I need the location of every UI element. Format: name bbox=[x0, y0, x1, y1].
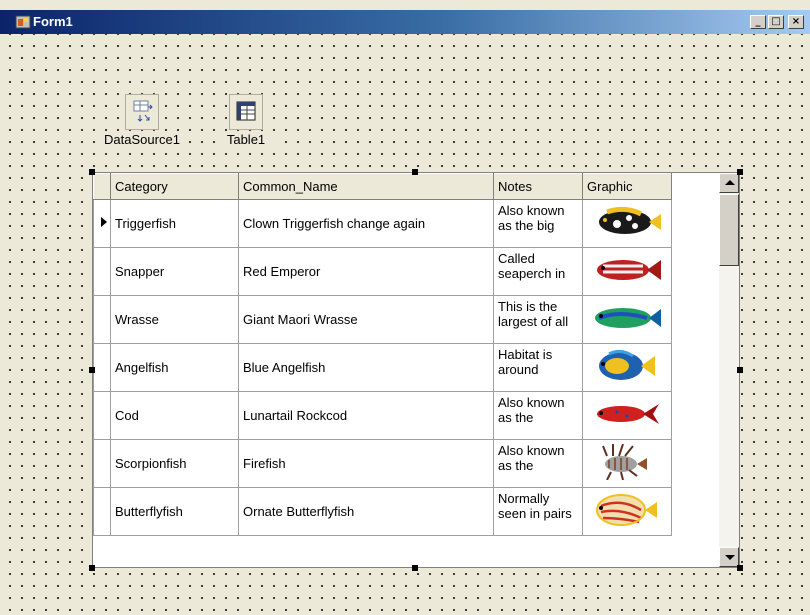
cell-notes[interactable]: Also known as the big bbox=[493, 199, 583, 248]
table-icon bbox=[229, 94, 263, 130]
table-row[interactable]: Angelfish Blue Angelfish Habitat is around bbox=[93, 343, 672, 392]
component-datasource1[interactable]: DataSource1 bbox=[96, 94, 188, 147]
scroll-up-button[interactable] bbox=[719, 173, 739, 193]
cell-common-name[interactable]: Blue Angelfish bbox=[238, 343, 494, 392]
cell-category[interactable]: Cod bbox=[110, 391, 239, 440]
component-label: DataSource1 bbox=[96, 132, 188, 147]
column-header-common-name[interactable]: Common_Name bbox=[238, 173, 494, 200]
cell-notes[interactable]: Also known as the bbox=[493, 391, 583, 440]
cell-graphic[interactable] bbox=[582, 199, 672, 248]
selection-handle[interactable] bbox=[737, 169, 743, 175]
table-row[interactable]: Butterflyfish Ornate Butterflyfish Normall… bbox=[93, 487, 672, 536]
cell-graphic[interactable] bbox=[582, 343, 672, 392]
table-row[interactable]: Cod Lunartail Rockcod Also known as the bbox=[93, 391, 672, 440]
row-header[interactable] bbox=[93, 439, 111, 488]
window-title: Form1 bbox=[33, 14, 73, 29]
grid-table: Category Common_Name Notes Graphic Trigg… bbox=[93, 173, 672, 536]
cell-graphic[interactable] bbox=[582, 487, 672, 536]
row-header[interactable] bbox=[93, 343, 111, 392]
column-header-category[interactable]: Category bbox=[110, 173, 239, 200]
component-label: Table1 bbox=[216, 132, 276, 147]
cell-notes[interactable]: Normally seen in pairs bbox=[493, 487, 583, 536]
table-row[interactable]: Wrasse Giant Maori Wrasse This is the larg… bbox=[93, 295, 672, 344]
selection-handle[interactable] bbox=[89, 565, 95, 571]
snapper-image-icon bbox=[597, 260, 661, 280]
title-bar[interactable]: Form1 _ □ × bbox=[0, 10, 810, 34]
cell-common-name[interactable]: Clown Triggerfish change again bbox=[238, 199, 494, 248]
cell-common-name[interactable]: Ornate Butterflyfish bbox=[238, 487, 494, 536]
datasource-icon bbox=[125, 94, 159, 130]
row-header[interactable] bbox=[93, 247, 111, 296]
vertical-scrollbar[interactable] bbox=[719, 173, 739, 567]
cell-category[interactable]: Butterflyfish bbox=[110, 487, 239, 536]
current-row-indicator-icon bbox=[101, 217, 107, 227]
notes-text: Also known as the bbox=[498, 442, 565, 473]
cell-graphic[interactable] bbox=[582, 247, 672, 296]
row-header[interactable] bbox=[93, 487, 111, 536]
cell-category[interactable]: Scorpionfish bbox=[110, 439, 239, 488]
table-row[interactable]: Snapper Red Emperor Called seaperch in bbox=[93, 247, 672, 296]
selection-handle[interactable] bbox=[89, 367, 95, 373]
cell-common-name[interactable]: Firefish bbox=[238, 439, 494, 488]
selection-handle[interactable] bbox=[737, 367, 743, 373]
grid-header-row: Category Common_Name Notes Graphic bbox=[93, 173, 672, 200]
table-row[interactable]: Triggerfish Clown Triggerfish change agai… bbox=[93, 199, 672, 248]
butterflyfish-image-icon bbox=[596, 494, 657, 526]
cell-common-name[interactable]: Lunartail Rockcod bbox=[238, 391, 494, 440]
selection-handle[interactable] bbox=[737, 565, 743, 571]
notes-text: Habitat is around bbox=[498, 346, 553, 377]
cell-common-name[interactable]: Red Emperor bbox=[238, 247, 494, 296]
cell-category[interactable]: Triggerfish bbox=[110, 199, 239, 248]
cell-category[interactable]: Wrasse bbox=[110, 295, 239, 344]
cell-notes[interactable]: Habitat is around bbox=[493, 343, 583, 392]
close-button[interactable]: × bbox=[788, 15, 804, 29]
notes-text: Called seaperch in bbox=[498, 250, 566, 281]
cell-notes[interactable]: This is the largest of all bbox=[493, 295, 583, 344]
notes-text: Also known as the big bbox=[498, 202, 565, 233]
form-window: Form1 _ □ × DataSource1 Table1 Category … bbox=[0, 0, 810, 615]
scroll-down-button[interactable] bbox=[719, 547, 739, 567]
minimize-button[interactable]: _ bbox=[750, 15, 766, 29]
component-table1[interactable]: Table1 bbox=[216, 94, 276, 147]
cell-common-name[interactable]: Giant Maori Wrasse bbox=[238, 295, 494, 344]
row-header[interactable] bbox=[93, 295, 111, 344]
selection-handle[interactable] bbox=[412, 169, 418, 175]
column-header-notes[interactable]: Notes bbox=[493, 173, 583, 200]
table-row[interactable]: Scorpionfish Firefish Also known as the bbox=[93, 439, 672, 488]
notes-text: Normally seen in pairs bbox=[498, 490, 572, 521]
row-header-corner bbox=[93, 173, 111, 200]
cell-category[interactable]: Snapper bbox=[110, 247, 239, 296]
cell-notes[interactable]: Called seaperch in bbox=[493, 247, 583, 296]
maximize-button[interactable]: □ bbox=[768, 15, 784, 29]
notes-text: Also known as the bbox=[498, 394, 565, 425]
scroll-thumb[interactable] bbox=[719, 194, 739, 266]
notes-text: This is the largest of all bbox=[498, 298, 569, 329]
column-header-graphic[interactable]: Graphic bbox=[582, 173, 672, 200]
cell-category[interactable]: Angelfish bbox=[110, 343, 239, 392]
selection-handle[interactable] bbox=[89, 169, 95, 175]
firefish-image-icon bbox=[602, 443, 647, 481]
wrasse-image-icon bbox=[595, 308, 661, 328]
selection-handle[interactable] bbox=[412, 565, 418, 571]
cell-graphic[interactable] bbox=[582, 439, 672, 488]
row-header[interactable] bbox=[93, 199, 111, 248]
angelfish-image-icon bbox=[599, 349, 655, 380]
cell-notes[interactable]: Also known as the bbox=[493, 439, 583, 488]
form-icon bbox=[15, 15, 31, 29]
cod-image-icon bbox=[597, 404, 659, 424]
triggerfish-image-icon bbox=[599, 206, 661, 234]
row-header[interactable] bbox=[93, 391, 111, 440]
data-grid[interactable]: Category Common_Name Notes Graphic Trigg… bbox=[92, 172, 740, 568]
cell-graphic[interactable] bbox=[582, 391, 672, 440]
cell-graphic[interactable] bbox=[582, 295, 672, 344]
